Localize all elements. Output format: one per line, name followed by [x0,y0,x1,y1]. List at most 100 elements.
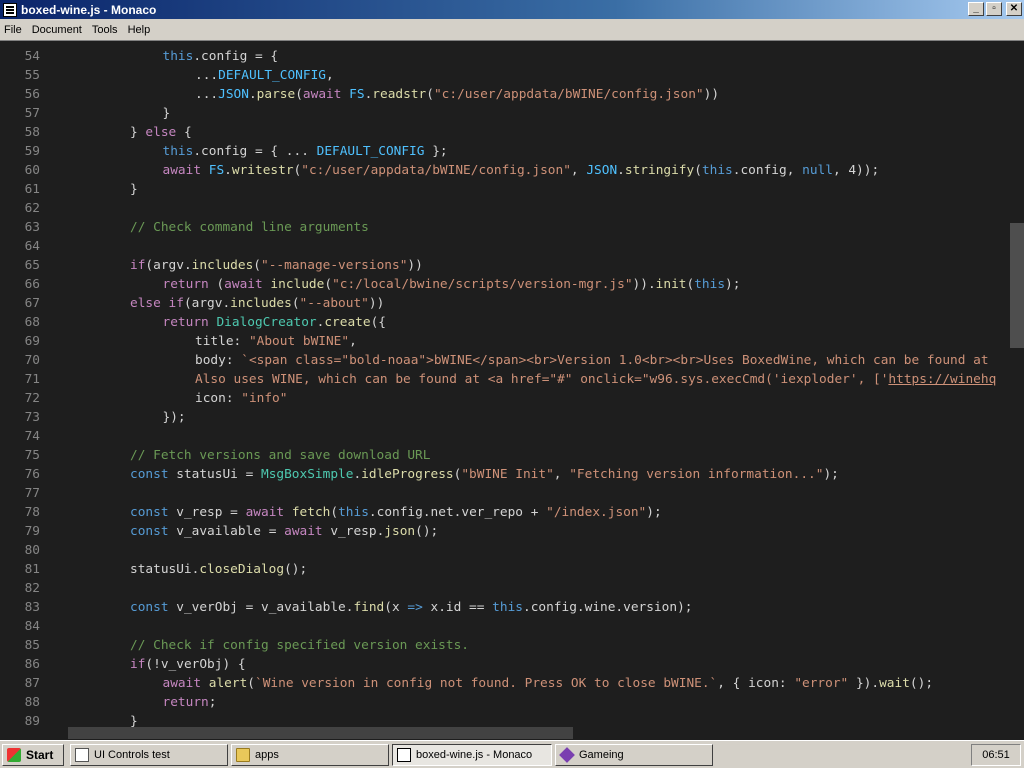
code-line[interactable]: 77 [0,484,1010,503]
code-text: return; [163,693,217,712]
menu-file[interactable]: File [0,24,28,36]
document-icon [75,748,89,762]
system-tray-clock: 06:51 [971,744,1021,766]
code-text: await FS.writestr("c:/user/appdata/bWINE… [163,161,880,180]
line-number: 60 [24,163,40,178]
code-token: if [130,657,146,672]
line-number: 74 [24,429,40,444]
line-number: 85 [24,638,40,653]
start-label: Start [26,748,54,762]
code-token: config = { [201,49,279,64]
code-token: . [224,163,232,178]
code-text: await alert(`Wine version in config not … [163,674,934,693]
code-line[interactable]: 71 Also uses WINE, which can be found at … [0,370,1010,389]
code-line[interactable]: 72 icon: "info" [0,389,1010,408]
menu-help[interactable]: Help [124,24,157,36]
line-number: 56 [24,87,40,102]
code-text: ...DEFAULT_CONFIG, [195,66,334,85]
code-token: const [130,467,169,482]
gem-icon [559,747,575,763]
code-line[interactable]: 57} [0,104,1010,123]
menu-document[interactable]: Document [28,24,88,36]
code-line[interactable]: 88 return; [0,693,1010,712]
folder-icon [236,748,250,762]
line-number: 61 [24,182,40,197]
line-number: 86 [24,657,40,672]
code-line[interactable]: 70 body: `<span class="bold-noaa">bWINE</… [0,351,1010,370]
line-number: 84 [24,619,40,634]
app-icon [3,2,17,17]
code-text: // Check if config specified version exi… [130,636,469,655]
code-line[interactable]: 75 // Fetch versions and save download UR… [0,446,1010,465]
horizontal-scroll-thumb[interactable] [68,727,573,739]
code-line[interactable]: 86 if(!v_verObj) { [0,655,1010,674]
code-text: body: `<span class="bold-noaa">bWINE</sp… [195,351,989,370]
line-number: 89 [24,714,40,729]
code-token: alert [208,676,248,691]
code-line[interactable]: 73}); [0,408,1010,427]
code-token: . [193,49,202,64]
start-button[interactable]: Start [2,744,64,766]
code-line[interactable]: 84 [0,617,1010,636]
code-line[interactable]: 78 const v_resp = await fetch(this.config… [0,503,1010,522]
menu-tools[interactable]: Tools [88,24,124,36]
taskbar-item-apps[interactable]: apps [231,744,389,766]
code-line[interactable]: 68 return DialogCreator.create({ [0,313,1010,332]
code-line[interactable]: 61} [0,180,1010,199]
code-line[interactable]: 67 else if(argv.includes("--about")) [0,294,1010,313]
code-line[interactable]: 64 [0,237,1010,256]
line-number: 65 [24,258,40,273]
code-token: const [130,505,169,520]
code-line[interactable]: 85 // Check if config specified version e… [0,636,1010,655]
code-editor[interactable]: 54 this.config = { 55 ...DEFAULT_CONFIG, 56.… [0,41,1024,740]
code-token: . [617,163,625,178]
code-line[interactable]: 56 ...JSON.parse(await FS.readstr("c:/use… [0,85,1010,104]
code-text: ...JSON.parse(await FS.readstr("c:/user/… [195,85,719,104]
code-line[interactable]: 63 // Check command line arguments [0,218,1010,237]
code-token: )) [703,87,720,102]
vertical-scroll-thumb[interactable] [1010,223,1024,348]
code-token: .config.wine.version); [522,600,693,615]
minimize-button[interactable]: _ [968,2,984,16]
code-token: "c:/user/appdata/bWINE/config.json" [301,163,571,178]
maximize-button[interactable]: ▫ [986,2,1002,16]
code-token: }); [162,410,186,425]
code-token: this [694,277,726,292]
taskbar-item-boxed-wine[interactable]: boxed-wine.js - Monaco [392,744,552,766]
code-line[interactable]: 58} else { [0,123,1010,142]
code-line[interactable]: 66 return (await include("c:/local/bwine/… [0,275,1010,294]
code-line[interactable]: 60 await FS.writestr("c:/user/appdata/bWI… [0,161,1010,180]
code-token: . [248,87,257,102]
horizontal-scrollbar[interactable] [68,727,1010,739]
taskbar-item-ui-controls-test[interactable]: UI Controls test [70,744,228,766]
code-token: await [162,163,202,178]
code-token: this [338,505,369,520]
code-line[interactable]: 54 this.config = { [0,47,1010,66]
code-line[interactable]: 62 [0,199,1010,218]
code-line[interactable]: 55 ...DEFAULT_CONFIG, [0,66,1010,85]
taskbar-item-gameing[interactable]: Gameing [555,744,713,766]
code-token: => [407,600,423,615]
code-line[interactable]: 79 const v_available = await v_resp.json(… [0,522,1010,541]
close-button[interactable]: ✕ [1006,2,1022,16]
code-line[interactable]: 69 title: "About bWINE", [0,332,1010,351]
code-line[interactable]: 82 [0,579,1010,598]
code-token: https://winehq [888,372,997,387]
code-line[interactable]: 74 [0,427,1010,446]
windows-logo-icon [7,748,21,762]
code-line[interactable]: 83 const v_verObj = v_available.find(x =>… [0,598,1010,617]
code-line[interactable]: 81 statusUi.closeDialog(); [0,560,1010,579]
code-token: (argv. [145,258,192,273]
code-line[interactable]: 65 if(argv.includes("--manage-versions")) [0,256,1010,275]
code-line[interactable]: 87 await alert(`Wine version in config no… [0,674,1010,693]
code-line[interactable]: 59 this.config = { ... DEFAULT_CONFIG }; [0,142,1010,161]
code-line[interactable]: 76 const statusUi = MsgBoxSimple.idleProg… [0,465,1010,484]
line-number: 55 [24,68,40,83]
code-token: v_verObj = v_available. [168,600,354,615]
vertical-scrollbar[interactable] [1010,41,1024,727]
code-line[interactable]: 80 [0,541,1010,560]
code-token: )) [407,258,423,273]
code-text: return (await include("c:/local/bwine/sc… [163,275,741,294]
taskbar-item-label: boxed-wine.js - Monaco [416,749,533,761]
